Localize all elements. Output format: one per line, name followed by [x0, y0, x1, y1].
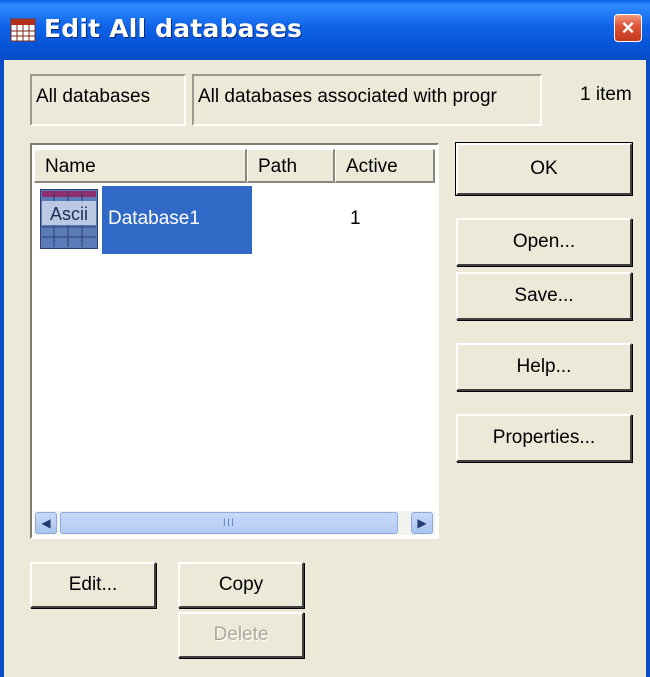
column-path-label: Path: [258, 156, 298, 177]
arrow-right-icon: ▶: [417, 516, 427, 530]
edit-databases-dialog: Edit All databases × All databases All d…: [0, 0, 650, 677]
window-border-left: [0, 60, 4, 677]
scroll-left-button[interactable]: ◀: [35, 512, 57, 534]
scroll-thumb[interactable]: III: [60, 512, 398, 534]
open-label: Open...: [512, 231, 576, 252]
window-border-right: [646, 60, 650, 677]
delete-label: Delete: [213, 624, 269, 645]
title-bar[interactable]: Edit All databases ×: [0, 0, 650, 60]
help-label: Help...: [516, 356, 572, 377]
ok-label: OK: [530, 158, 558, 179]
column-active-label: Active: [346, 156, 398, 177]
ascii-database-icon: Ascii: [40, 189, 98, 249]
item-count: 1 item: [580, 84, 632, 105]
database-list[interactable]: Name Path Active Ascii Database1 1 ◀ III…: [30, 143, 439, 539]
database-grid-icon: [10, 18, 36, 42]
close-button[interactable]: ×: [614, 14, 642, 42]
window-title: Edit All databases: [44, 14, 303, 43]
arrow-left-icon: ◀: [41, 516, 51, 530]
close-icon: ×: [621, 15, 635, 40]
database-name-label: Database1: [108, 208, 200, 229]
properties-button[interactable]: Properties...: [456, 414, 632, 462]
copy-label: Copy: [218, 574, 264, 595]
column-header-name[interactable]: Name: [34, 149, 247, 183]
ok-button[interactable]: OK: [455, 142, 633, 196]
save-button[interactable]: Save...: [456, 272, 632, 320]
column-header-active[interactable]: Active: [335, 149, 435, 183]
edit-button[interactable]: Edit...: [30, 562, 156, 608]
database-name-field[interactable]: All databases: [30, 74, 186, 126]
database-active-cell: 1: [350, 208, 361, 229]
column-header-path[interactable]: Path: [247, 149, 335, 183]
delete-button[interactable]: Delete: [178, 612, 304, 658]
database-name-text: All databases: [36, 86, 151, 107]
column-name-label: Name: [45, 156, 96, 177]
scroll-grip-icon: III: [222, 517, 236, 529]
help-button[interactable]: Help...: [456, 343, 632, 391]
edit-label: Edit...: [68, 574, 118, 595]
database-description-text: All databases associated with progr: [198, 86, 497, 107]
horizontal-scrollbar[interactable]: ◀ III ▶: [34, 511, 435, 535]
copy-button[interactable]: Copy: [178, 562, 304, 608]
save-label: Save...: [514, 285, 574, 306]
open-button[interactable]: Open...: [456, 218, 632, 266]
database-name-cell[interactable]: Database1: [102, 186, 252, 254]
properties-label: Properties...: [492, 427, 596, 448]
scroll-right-button[interactable]: ▶: [411, 512, 433, 534]
database-description-field[interactable]: All databases associated with progr: [192, 74, 542, 126]
ascii-icon-label: Ascii: [50, 204, 88, 224]
